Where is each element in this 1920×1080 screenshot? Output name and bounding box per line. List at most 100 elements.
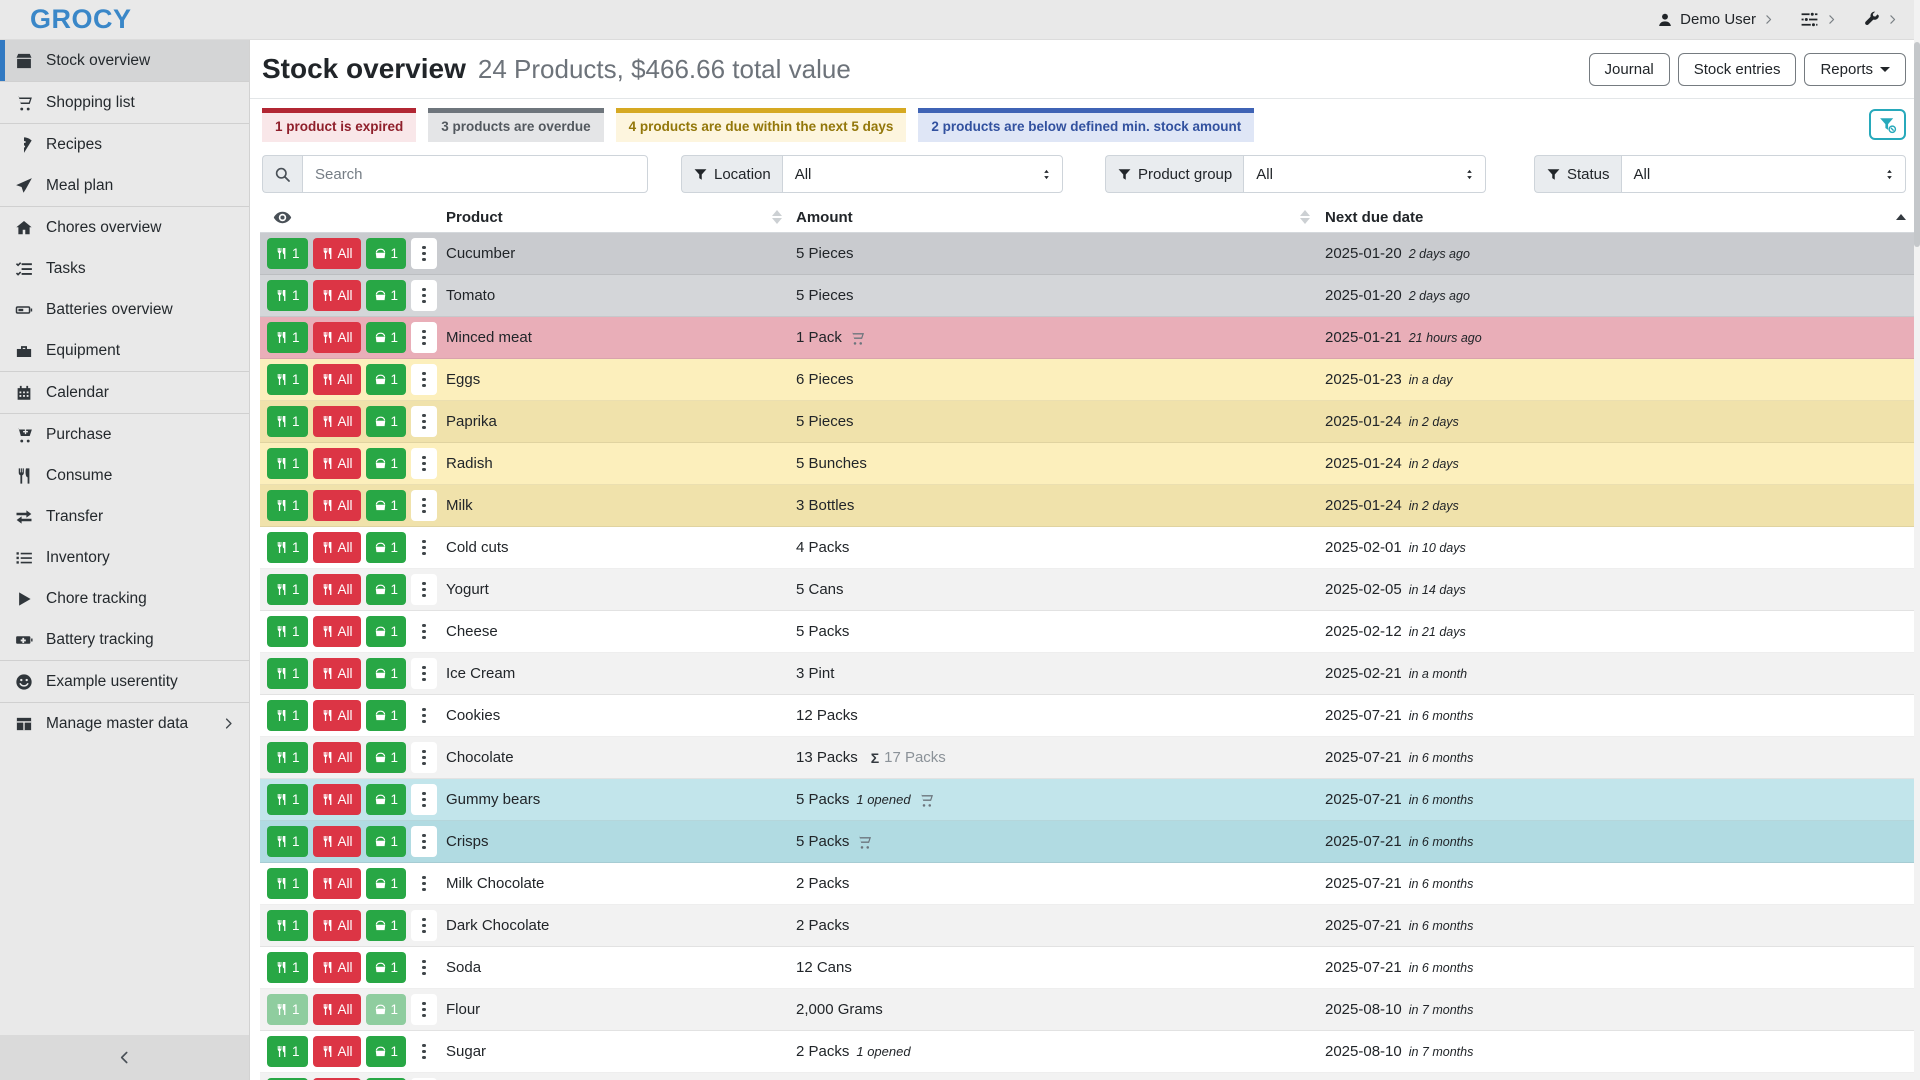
consume-1-button[interactable]: 1 bbox=[267, 532, 308, 563]
row-menu-button[interactable] bbox=[411, 364, 437, 395]
sidebar-item-recipes[interactable]: Recipes bbox=[0, 124, 249, 165]
row-menu-button[interactable] bbox=[411, 406, 437, 437]
open-1-button[interactable]: 1 bbox=[366, 952, 407, 983]
open-1-button[interactable]: 1 bbox=[366, 616, 407, 647]
product-column-header[interactable]: Product bbox=[440, 202, 790, 232]
sidebar-item-chores-overview[interactable]: Chores overview bbox=[0, 207, 249, 248]
consume-1-button[interactable]: 1 bbox=[267, 490, 308, 521]
consume-all-button[interactable]: All bbox=[313, 952, 361, 983]
open-1-button[interactable]: 1 bbox=[366, 826, 407, 857]
alert-due-soon[interactable]: 4 products are due within the next 5 day… bbox=[616, 108, 907, 142]
consume-all-button[interactable]: All bbox=[313, 406, 361, 437]
consume-1-button[interactable]: 1 bbox=[267, 280, 308, 311]
location-select[interactable]: All bbox=[782, 155, 1063, 193]
status-select[interactable]: All bbox=[1621, 155, 1906, 193]
alert-below-min[interactable]: 2 products are below defined min. stock … bbox=[918, 108, 1254, 142]
sidebar-item-purchase[interactable]: Purchase bbox=[0, 414, 249, 455]
admin-menu[interactable] bbox=[1863, 11, 1898, 28]
row-menu-button[interactable] bbox=[411, 994, 437, 1025]
sidebar-item-transfer[interactable]: Transfer bbox=[0, 496, 249, 537]
open-1-button[interactable]: 1 bbox=[366, 868, 407, 899]
consume-1-button[interactable]: 1 bbox=[267, 994, 308, 1025]
consume-1-button[interactable]: 1 bbox=[267, 406, 308, 437]
alert-overdue[interactable]: 3 products are overdue bbox=[428, 108, 603, 142]
row-menu-button[interactable] bbox=[411, 322, 437, 353]
consume-all-button[interactable]: All bbox=[313, 658, 361, 689]
sidebar-item-shopping-list[interactable]: Shopping list bbox=[0, 82, 249, 123]
clear-filters-button[interactable] bbox=[1869, 109, 1906, 140]
consume-all-button[interactable]: All bbox=[313, 742, 361, 773]
sidebar-item-meal-plan[interactable]: Meal plan bbox=[0, 165, 249, 206]
row-menu-button[interactable] bbox=[411, 700, 437, 731]
consume-all-button[interactable]: All bbox=[313, 238, 361, 269]
row-menu-button[interactable] bbox=[411, 910, 437, 941]
consume-1-button[interactable]: 1 bbox=[267, 826, 308, 857]
row-menu-button[interactable] bbox=[411, 490, 437, 521]
row-menu-button[interactable] bbox=[411, 280, 437, 311]
consume-all-button[interactable]: All bbox=[313, 910, 361, 941]
due-date-column-header[interactable]: Next due date bbox=[1318, 202, 1914, 232]
consume-all-button[interactable]: All bbox=[313, 490, 361, 521]
consume-1-button[interactable]: 1 bbox=[267, 574, 308, 605]
consume-all-button[interactable]: All bbox=[313, 322, 361, 353]
open-1-button[interactable]: 1 bbox=[366, 238, 407, 269]
open-1-button[interactable]: 1 bbox=[366, 910, 407, 941]
sidebar-item-example-userentity[interactable]: Example userentity bbox=[0, 661, 249, 702]
reports-button[interactable]: Reports bbox=[1804, 53, 1906, 86]
consume-1-button[interactable]: 1 bbox=[267, 784, 308, 815]
row-menu-button[interactable] bbox=[411, 952, 437, 983]
consume-1-button[interactable]: 1 bbox=[267, 868, 308, 899]
open-1-button[interactable]: 1 bbox=[366, 280, 407, 311]
consume-all-button[interactable]: All bbox=[313, 574, 361, 605]
consume-all-button[interactable]: All bbox=[313, 532, 361, 563]
sidebar-item-stock-overview[interactable]: Stock overview bbox=[0, 40, 249, 81]
open-1-button[interactable]: 1 bbox=[366, 364, 407, 395]
row-menu-button[interactable] bbox=[411, 868, 437, 899]
open-1-button[interactable]: 1 bbox=[366, 532, 407, 563]
open-1-button[interactable]: 1 bbox=[366, 742, 407, 773]
consume-all-button[interactable]: All bbox=[313, 994, 361, 1025]
product-group-select[interactable]: All bbox=[1243, 155, 1486, 193]
scrollbar-thumb[interactable] bbox=[1914, 42, 1920, 247]
consume-all-button[interactable]: All bbox=[313, 868, 361, 899]
grocy-logo[interactable]: GROCY bbox=[30, 4, 132, 35]
open-1-button[interactable]: 1 bbox=[366, 490, 407, 521]
sidebar-item-equipment[interactable]: Equipment bbox=[0, 330, 249, 371]
scrollbar[interactable] bbox=[1914, 0, 1920, 1080]
row-menu-button[interactable] bbox=[411, 574, 437, 605]
sidebar-item-consume[interactable]: Consume bbox=[0, 455, 249, 496]
consume-all-button[interactable]: All bbox=[313, 826, 361, 857]
consume-all-button[interactable]: All bbox=[313, 1036, 361, 1067]
sidebar-item-manage-master-data[interactable]: Manage master data bbox=[0, 703, 249, 744]
consume-1-button[interactable]: 1 bbox=[267, 616, 308, 647]
stock-entries-button[interactable]: Stock entries bbox=[1678, 53, 1797, 86]
row-menu-button[interactable] bbox=[411, 742, 437, 773]
open-1-button[interactable]: 1 bbox=[366, 658, 407, 689]
consume-1-button[interactable]: 1 bbox=[267, 322, 308, 353]
consume-1-button[interactable]: 1 bbox=[267, 238, 308, 269]
sidebar-item-inventory[interactable]: Inventory bbox=[0, 537, 249, 578]
open-1-button[interactable]: 1 bbox=[366, 994, 407, 1025]
amount-column-header[interactable]: Amount bbox=[790, 202, 1318, 232]
search-input[interactable] bbox=[302, 155, 648, 193]
consume-1-button[interactable]: 1 bbox=[267, 658, 308, 689]
consume-1-button[interactable]: 1 bbox=[267, 364, 308, 395]
open-1-button[interactable]: 1 bbox=[366, 784, 407, 815]
consume-1-button[interactable]: 1 bbox=[267, 448, 308, 479]
sidebar-item-batteries-overview[interactable]: Batteries overview bbox=[0, 289, 249, 330]
sidebar-item-tasks[interactable]: Tasks bbox=[0, 248, 249, 289]
consume-all-button[interactable]: All bbox=[313, 280, 361, 311]
sidebar-item-battery-tracking[interactable]: Battery tracking bbox=[0, 619, 249, 660]
settings-menu[interactable] bbox=[1800, 10, 1837, 29]
consume-1-button[interactable]: 1 bbox=[267, 910, 308, 941]
row-menu-button[interactable] bbox=[411, 616, 437, 647]
visibility-column-header[interactable] bbox=[260, 202, 440, 232]
open-1-button[interactable]: 1 bbox=[366, 1036, 407, 1067]
consume-1-button[interactable]: 1 bbox=[267, 700, 308, 731]
journal-button[interactable]: Journal bbox=[1589, 53, 1670, 86]
open-1-button[interactable]: 1 bbox=[366, 448, 407, 479]
row-menu-button[interactable] bbox=[411, 238, 437, 269]
row-menu-button[interactable] bbox=[411, 532, 437, 563]
consume-all-button[interactable]: All bbox=[313, 616, 361, 647]
consume-all-button[interactable]: All bbox=[313, 700, 361, 731]
